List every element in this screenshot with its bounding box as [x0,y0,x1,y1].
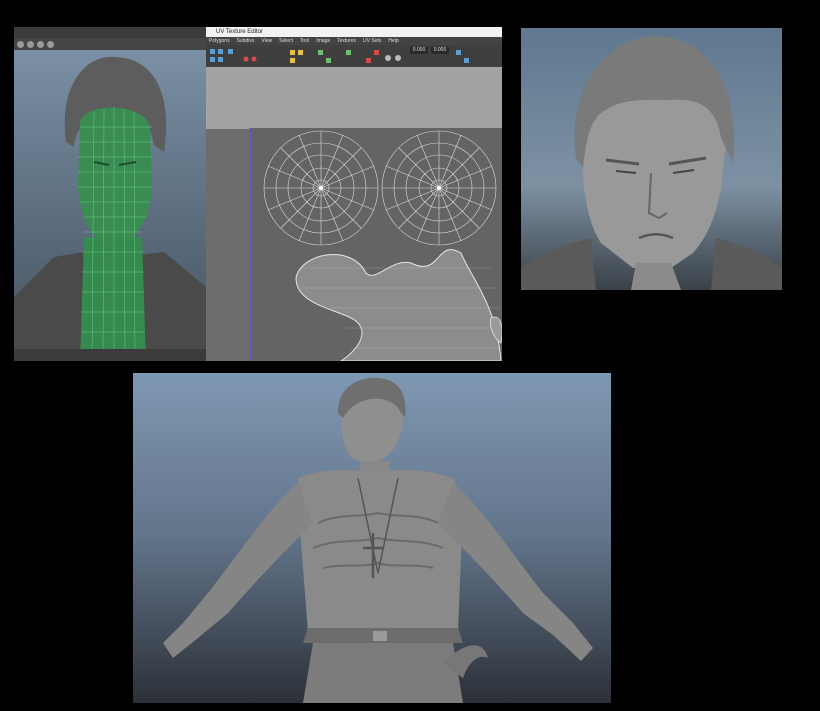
uv-shells [263,130,502,361]
uv-grid-area [206,67,502,129]
menu-item-view[interactable]: View [261,37,272,45]
menu-item-image[interactable]: Image [316,37,330,45]
full-body-sculpt-render [133,373,611,703]
uv-coord-field-v[interactable]: 0.000 [431,47,449,54]
uv-0-1-tile [249,128,502,361]
menu-item-uv-sets[interactable]: UV Sets [363,37,381,45]
menu-item-tool[interactable]: Tool [300,37,309,45]
menu-item-select[interactable]: Select [279,37,293,45]
head-sculpt-render [521,28,782,290]
menu-bar: Polygons Subdivs View Select Tool Image … [206,37,502,45]
menu-item-textures[interactable]: Textures [337,37,356,45]
menu-item-subdivs[interactable]: Subdivs [237,37,255,45]
uv-coord-field-u[interactable]: 0.000 [410,47,428,54]
maya-viewport-panel[interactable] [14,27,206,361]
head-sculpt-image [521,36,782,290]
menu-item-help[interactable]: Help [388,37,398,45]
menu-item-polygons[interactable]: Polygons [209,37,230,45]
uv-texture-editor-window[interactable]: UV Texture Editor Polygons Subdivs View … [206,27,502,361]
body-sculpt-image [163,377,593,703]
window-title: UV Texture Editor [206,27,502,37]
wireframe-head-render [14,56,206,361]
uv-tool-icons[interactable] [206,45,502,67]
uv-canvas[interactable] [206,67,502,361]
uv-toolbar [206,45,502,67]
timeline-bar[interactable] [14,349,206,361]
